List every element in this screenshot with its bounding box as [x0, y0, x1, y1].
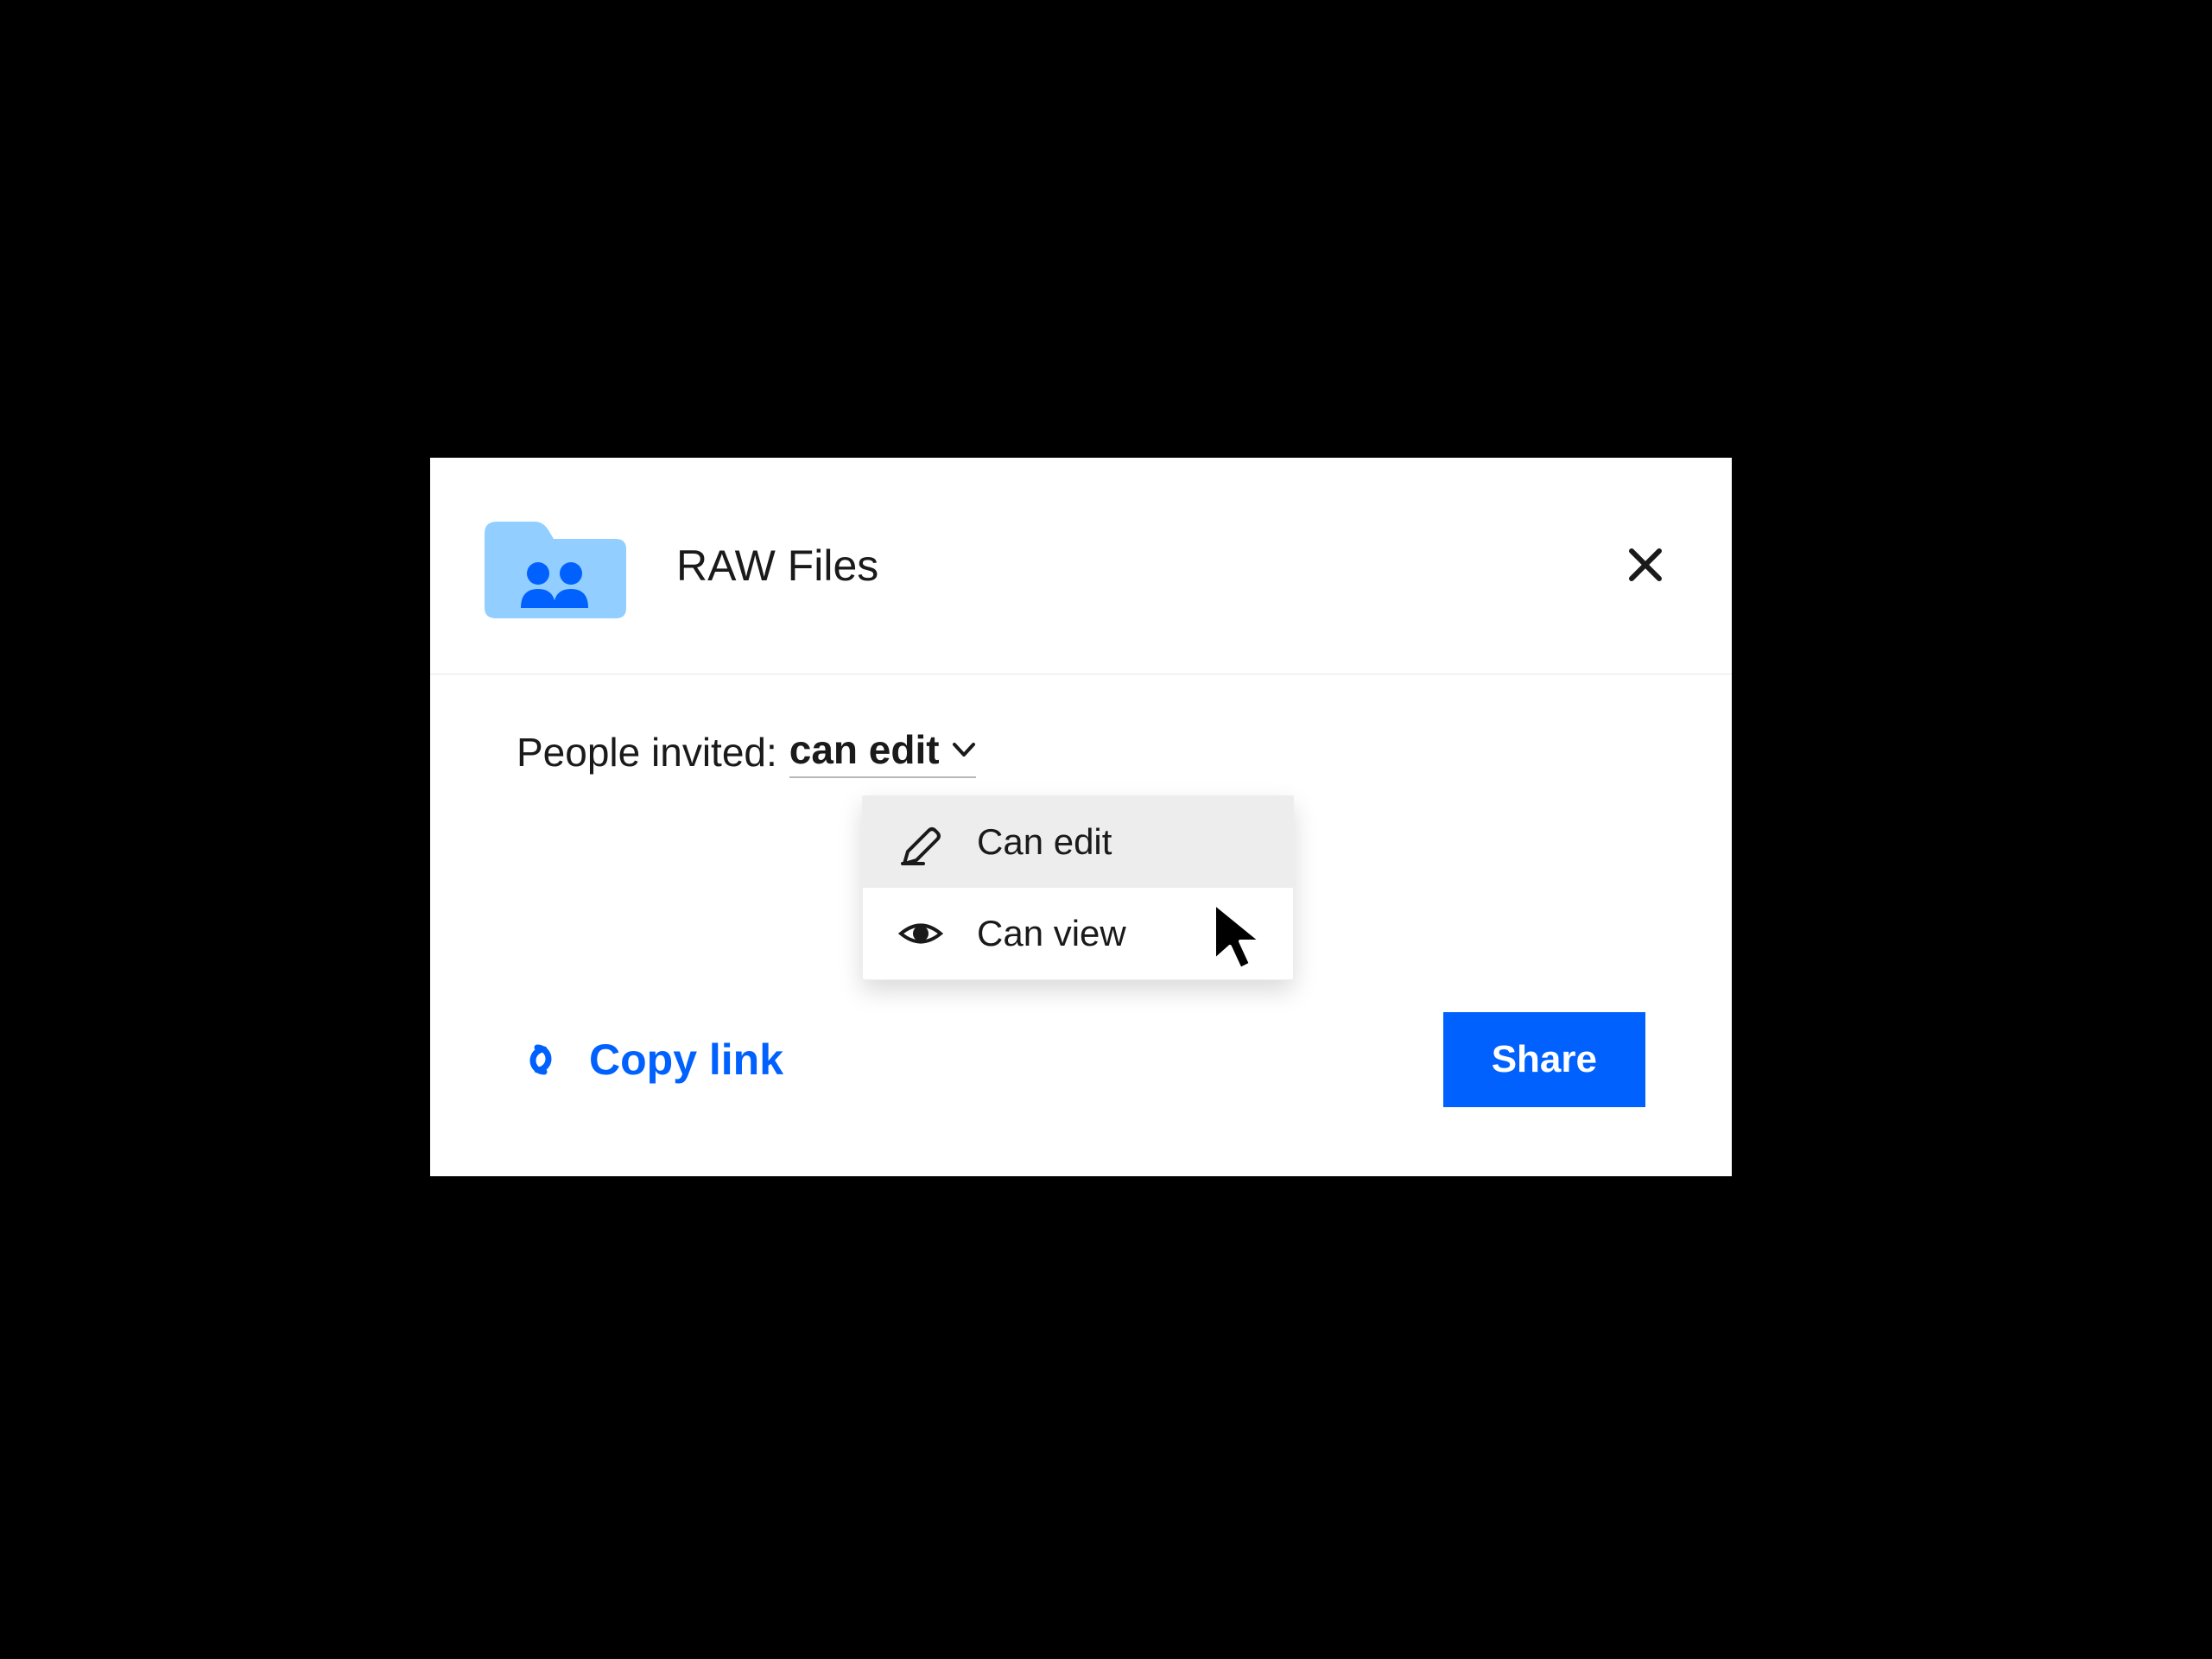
share-button[interactable]: Share	[1443, 1012, 1645, 1107]
dialog-footer: Copy link Share	[430, 1012, 1732, 1176]
dialog-header: RAW Files	[430, 458, 1732, 674]
dropdown-option-can-edit[interactable]: Can edit	[863, 796, 1293, 888]
chevron-down-icon	[952, 741, 976, 758]
dialog-body: People invited: can edit Can edit	[430, 674, 1732, 1012]
dialog-title: RAW Files	[676, 541, 1619, 591]
permissions-dropdown: Can edit Can view	[862, 795, 1294, 980]
copy-link-button[interactable]: Copy link	[517, 1035, 783, 1085]
share-dialog: RAW Files People invited: can edit	[430, 458, 1732, 1176]
close-button[interactable]	[1619, 540, 1671, 592]
permissions-label: People invited:	[517, 729, 777, 776]
close-icon	[1626, 546, 1664, 586]
shared-folder-icon	[478, 510, 633, 622]
dropdown-option-label: Can edit	[977, 821, 1112, 863]
link-icon	[517, 1035, 565, 1084]
permissions-row: People invited: can edit	[517, 726, 1645, 778]
eye-icon	[897, 910, 944, 957]
permissions-select[interactable]: can edit	[789, 726, 976, 778]
dropdown-option-label: Can view	[977, 913, 1126, 954]
dropdown-option-can-view[interactable]: Can view	[863, 888, 1293, 979]
copy-link-label: Copy link	[589, 1035, 783, 1085]
pencil-icon	[897, 819, 944, 865]
permissions-selected-value: can edit	[789, 726, 940, 773]
